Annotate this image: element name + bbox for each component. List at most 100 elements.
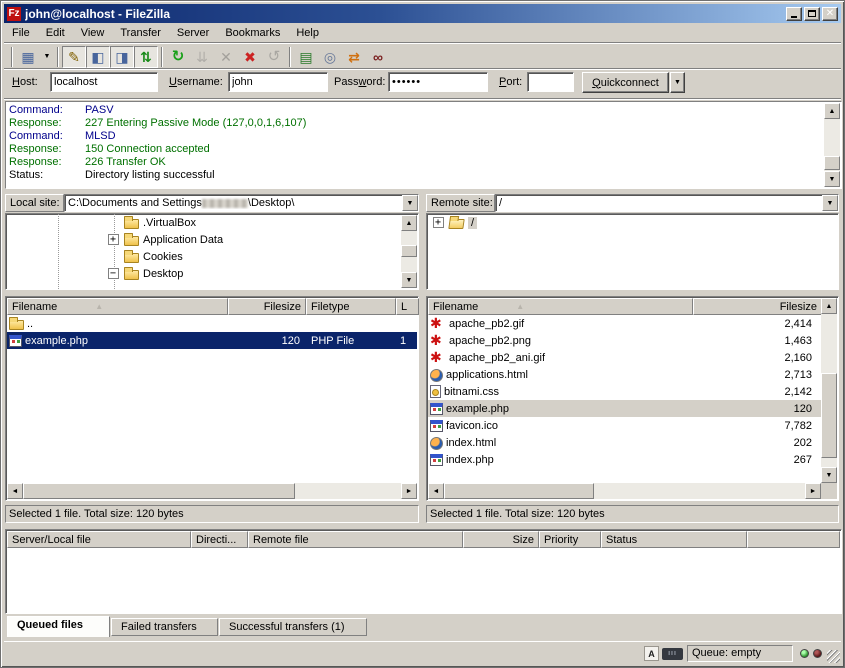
local-site-dropdown-icon[interactable]: ▼ xyxy=(402,195,418,211)
tree-item-desktop[interactable]: Desktop xyxy=(6,265,418,282)
scroll-thumb[interactable] xyxy=(444,483,594,499)
scroll-down-button[interactable]: ▼ xyxy=(824,171,840,187)
column-header-direction[interactable]: Directi... xyxy=(191,531,248,548)
tab-failed-transfers[interactable]: Failed transfers xyxy=(111,618,218,636)
maximize-button[interactable] xyxy=(804,7,820,21)
local-list-hscrollbar[interactable]: ◄ ► xyxy=(7,483,417,499)
refresh-button[interactable] xyxy=(166,46,190,68)
scroll-thumb[interactable] xyxy=(23,483,295,499)
column-header-filesize[interactable]: Filesize xyxy=(228,298,306,315)
folder-icon xyxy=(124,219,139,229)
scroll-right-button[interactable]: ► xyxy=(401,483,417,499)
minimize-button[interactable] xyxy=(786,7,802,21)
file-row-parent-dir[interactable]: .. xyxy=(7,315,417,332)
column-header-filename[interactable]: Filename▲ xyxy=(7,298,228,315)
menu-file[interactable]: File xyxy=(4,25,38,41)
scroll-thumb[interactable] xyxy=(821,373,837,458)
quickconnect-button[interactable]: Quickconnect xyxy=(582,72,669,93)
scroll-down-button[interactable]: ▼ xyxy=(401,272,417,288)
site-manager-button[interactable] xyxy=(16,46,40,68)
scroll-up-button[interactable]: ▲ xyxy=(824,103,840,119)
disconnect-button[interactable] xyxy=(238,46,262,68)
username-input[interactable] xyxy=(228,72,328,92)
scroll-thumb[interactable] xyxy=(824,156,840,170)
tree-item-application-data[interactable]: Application Data xyxy=(6,231,418,248)
remote-site-combobox[interactable]: / ▼ xyxy=(495,194,839,212)
resize-grip[interactable] xyxy=(827,650,840,663)
menu-bookmarks[interactable]: Bookmarks xyxy=(217,25,288,41)
log-scrollbar[interactable]: ▲ ▼ xyxy=(824,103,840,187)
column-header-server-local-file[interactable]: Server/Local file xyxy=(7,531,191,548)
column-header-status[interactable]: Status xyxy=(601,531,747,548)
quickconnect-dropdown-button[interactable]: ▼ xyxy=(670,72,685,93)
file-row[interactable]: applications.html2,713 xyxy=(428,366,821,383)
sort-ascending-icon: ▲ xyxy=(516,302,524,311)
folder-icon xyxy=(124,270,139,280)
column-header-remote-file[interactable]: Remote file xyxy=(248,531,463,548)
close-button[interactable]: ✕ xyxy=(822,7,838,21)
speed-limit-icon[interactable]: ııı xyxy=(662,648,683,660)
log-text: 226 Transfer OK xyxy=(85,156,166,168)
port-input[interactable] xyxy=(527,72,574,92)
password-input[interactable] xyxy=(388,72,488,92)
file-row[interactable]: apache_pb2_ani.gif2,160 xyxy=(428,349,821,366)
scroll-thumb[interactable] xyxy=(401,245,417,257)
toggle-local-tree-button[interactable] xyxy=(86,46,110,68)
local-tree-scrollbar[interactable]: ▲ ▼ xyxy=(401,215,417,288)
remote-site-dropdown-icon[interactable]: ▼ xyxy=(822,195,838,211)
cancel-operation-button[interactable] xyxy=(214,46,238,68)
menu-transfer[interactable]: Transfer xyxy=(112,25,169,41)
file-name: index.php xyxy=(446,454,494,466)
file-row[interactable]: index.html202 xyxy=(428,434,821,451)
tab-successful-transfers[interactable]: Successful transfers (1) xyxy=(219,618,367,636)
process-queue-button[interactable] xyxy=(190,46,214,68)
column-header-last-modified[interactable]: L xyxy=(396,298,419,315)
apache-icon xyxy=(430,351,446,365)
compare-directories-button[interactable] xyxy=(318,46,342,68)
file-row[interactable]: apache_pb2.gif2,414 xyxy=(428,315,821,332)
column-header-size[interactable]: Size xyxy=(463,531,539,548)
find-files-button[interactable] xyxy=(366,46,390,68)
scroll-down-button[interactable]: ▼ xyxy=(821,467,837,483)
apache-icon xyxy=(430,334,446,348)
menu-help[interactable]: Help xyxy=(288,25,327,41)
menu-edit[interactable]: Edit xyxy=(38,25,73,41)
log-label: Command: xyxy=(9,104,85,117)
scroll-right-button[interactable]: ► xyxy=(805,483,821,499)
menu-view[interactable]: View xyxy=(73,25,113,41)
file-row[interactable]: bitnami.css2,142 xyxy=(428,383,821,400)
tree-item-virtualbox[interactable]: .VirtualBox xyxy=(6,214,418,231)
toggle-remote-tree-button[interactable] xyxy=(110,46,134,68)
scroll-up-button[interactable]: ▲ xyxy=(821,298,837,314)
toggle-transfer-queue-button[interactable] xyxy=(134,46,158,68)
data-type-ascii-icon[interactable]: A xyxy=(644,646,659,661)
file-row-example-php[interactable]: example.php 120 PHP File 1 xyxy=(7,332,417,349)
file-row[interactable]: apache_pb2.png1,463 xyxy=(428,332,821,349)
local-site-combobox[interactable]: C:\Documents and Settings\Desktop\ ▼ xyxy=(64,194,419,212)
tree-item-root[interactable]: / xyxy=(427,214,838,231)
column-header-filesize[interactable]: Filesize xyxy=(693,298,822,315)
tree-item-cookies[interactable]: Cookies xyxy=(6,248,418,265)
scroll-left-button[interactable]: ◄ xyxy=(428,483,444,499)
column-header-filetype[interactable]: Filetype xyxy=(306,298,396,315)
column-header-filename[interactable]: Filename▲ xyxy=(428,298,693,315)
reconnect-button[interactable] xyxy=(262,46,286,68)
site-manager-dropdown-icon[interactable] xyxy=(40,46,54,68)
tree-expander[interactable] xyxy=(108,234,119,245)
tree-expander[interactable] xyxy=(108,268,119,279)
scroll-up-button[interactable]: ▲ xyxy=(401,215,417,231)
menu-server[interactable]: Server xyxy=(169,25,217,41)
host-input[interactable] xyxy=(50,72,158,92)
scroll-left-button[interactable]: ◄ xyxy=(7,483,23,499)
file-row[interactable]: favicon.ico7,782 xyxy=(428,417,821,434)
tab-queued-files[interactable]: Queued files xyxy=(7,616,110,637)
column-header-priority[interactable]: Priority xyxy=(539,531,601,548)
synchronized-browsing-button[interactable] xyxy=(342,46,366,68)
tree-expander[interactable] xyxy=(433,217,444,228)
directory-listing-filters-button[interactable] xyxy=(294,46,318,68)
toggle-message-log-button[interactable] xyxy=(62,46,86,68)
file-row-selected[interactable]: example.php120 xyxy=(428,400,821,417)
file-row[interactable]: index.php267 xyxy=(428,451,821,468)
remote-list-vscrollbar[interactable]: ▲ ▼ xyxy=(821,298,837,483)
remote-list-hscrollbar[interactable]: ◄ ► xyxy=(428,483,821,499)
